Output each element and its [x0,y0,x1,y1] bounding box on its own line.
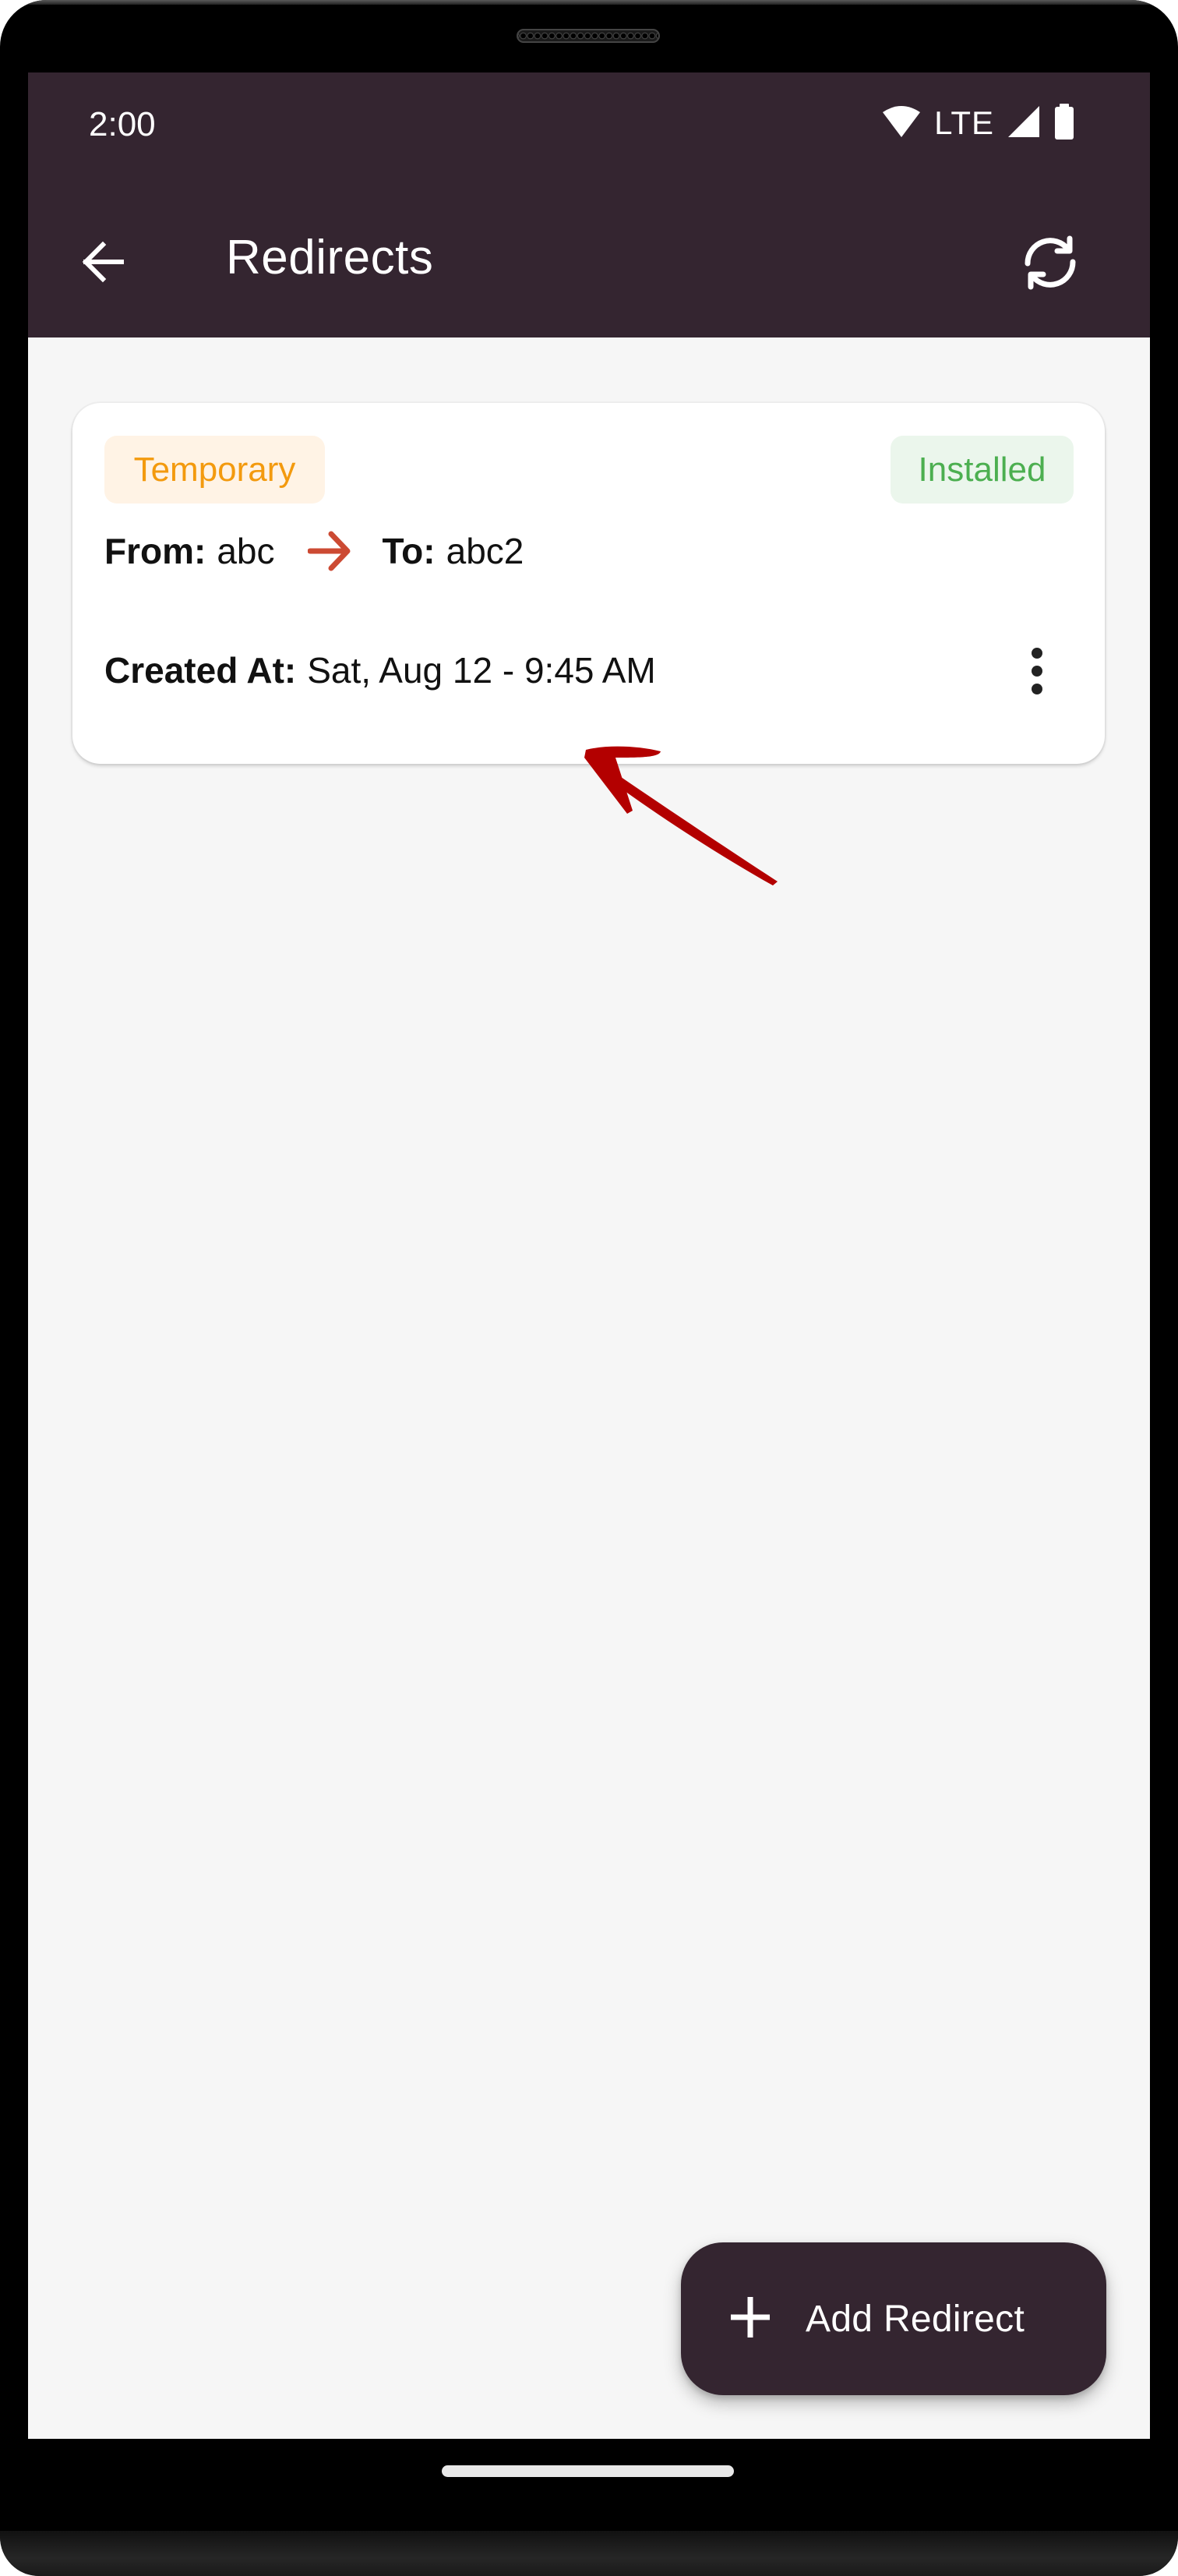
add-redirect-button[interactable]: Add Redirect [681,2242,1106,2395]
back-button[interactable] [72,232,134,295]
device-top-edge [23,0,1155,5]
battery-icon [1053,104,1075,143]
page-title: Redirects [226,231,434,284]
status-icons: LTE [881,104,1075,143]
screen: 2:00 LTE Redirects Temporary Installed F… [28,72,1150,2439]
to-value: abc2 [446,531,524,571]
status-bar: 2:00 LTE [28,72,1150,189]
network-type: LTE [934,104,994,141]
arrow-right-icon [307,530,351,572]
from-value: abc [217,531,275,571]
created-at-label: Created At: [104,650,297,691]
more-options-button[interactable] [1006,641,1068,704]
status-badge: Installed [891,436,1074,504]
add-redirect-label: Add Redirect [806,2298,1025,2340]
signal-icon [1007,104,1041,142]
device-bottom-edge [0,2531,1178,2576]
status-time: 2:00 [89,105,156,143]
app-bar: Redirects [28,189,1150,337]
created-at-value: Sat, Aug 12 - 9:45 AM [307,650,656,691]
refresh-button[interactable] [1011,225,1089,303]
redirect-card[interactable]: Temporary Installed From: abc To: abc2 C… [72,403,1105,764]
device-frame: 2:00 LTE Redirects Temporary Installed F… [0,0,1178,2576]
refresh-icon [1020,232,1081,296]
redirect-type-badge: Temporary [104,436,325,504]
to-label: To: [382,531,436,571]
redirect-route: From: abc To: abc2 [104,520,524,582]
device-speaker [517,29,660,43]
wifi-icon [881,104,922,142]
more-vertical-icon [1029,646,1045,699]
created-at-row: Created At: Sat, Aug 12 - 9:45 AM [104,639,656,701]
home-gesture-handle[interactable] [442,2465,734,2477]
from-label: From: [104,531,206,571]
plus-icon [731,2295,770,2343]
arrow-back-icon [79,239,126,288]
